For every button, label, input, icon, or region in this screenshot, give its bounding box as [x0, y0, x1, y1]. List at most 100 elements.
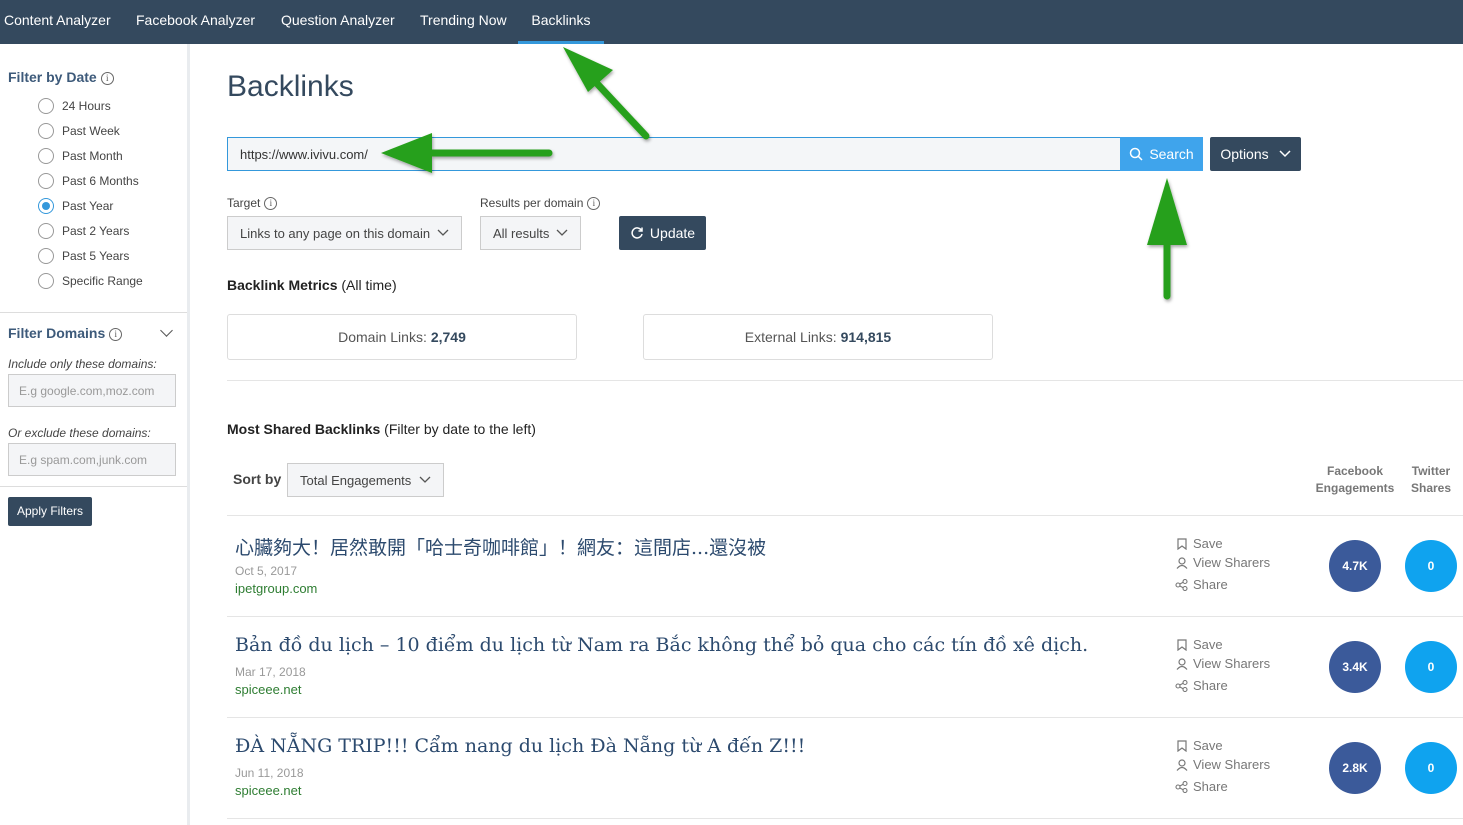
- divider: [227, 818, 1463, 819]
- radio-button-selected[interactable]: [38, 198, 54, 214]
- nav-trending-now[interactable]: Trending Now: [420, 0, 507, 44]
- article-title-link[interactable]: Bản đồ du lịch – 10 điểm du lịch từ Nam …: [235, 634, 1088, 656]
- refresh-icon: [631, 227, 643, 239]
- article-date: Mar 17, 2018: [235, 665, 306, 679]
- update-button[interactable]: Update: [619, 216, 706, 250]
- annotation-arrows: [381, 47, 1187, 300]
- sort-by-label: Sort by: [233, 471, 282, 487]
- external-links-metric: External Links: 914,815: [643, 314, 993, 360]
- share-icon: [1175, 679, 1188, 692]
- domain-links-metric: Domain Links: 2,749: [227, 314, 577, 360]
- article-title-link[interactable]: 心臟夠大！居然敢開「哈士奇咖啡館」！網友：這間店...還沒被: [235, 533, 766, 560]
- bookmark-icon: [1175, 739, 1188, 752]
- radio-button[interactable]: [38, 123, 54, 139]
- filter-by-date-title: Filter by Date i: [8, 69, 114, 85]
- include-domains-label: Include only these domains:: [8, 357, 157, 371]
- nav-question-analyzer[interactable]: Question Analyzer: [281, 0, 395, 44]
- twitter-shares-column-header[interactable]: Twitter Shares: [1406, 463, 1456, 497]
- chevron-down-icon: [419, 476, 431, 483]
- divider: [0, 312, 187, 313]
- facebook-engagements-badge: 4.7K: [1329, 540, 1381, 592]
- user-icon: [1175, 758, 1188, 771]
- article-domain[interactable]: spiceee.net: [235, 682, 302, 697]
- facebook-engagements-badge: 3.4K: [1329, 641, 1381, 693]
- bookmark-icon: [1175, 537, 1188, 550]
- divider: [227, 380, 1463, 381]
- radio-specific-range[interactable]: Specific Range: [38, 272, 143, 290]
- share-icon: [1175, 578, 1188, 591]
- info-icon[interactable]: i: [587, 197, 601, 210]
- chevron-down-icon: [556, 229, 568, 236]
- radio-button[interactable]: [38, 98, 54, 114]
- apply-filters-button[interactable]: Apply Filters: [8, 497, 92, 526]
- facebook-engagements-column-header[interactable]: Facebook Engagements: [1312, 463, 1398, 497]
- results-per-domain-select[interactable]: All results: [480, 216, 581, 250]
- chevron-down-icon[interactable]: [160, 324, 173, 337]
- article-domain[interactable]: spiceee.net: [235, 783, 302, 798]
- options-button[interactable]: Options: [1210, 137, 1301, 171]
- radio-button[interactable]: [38, 223, 54, 239]
- divider: [0, 486, 187, 487]
- article-date: Jun 11, 2018: [235, 766, 304, 780]
- divider: [227, 515, 1463, 516]
- results-per-domain-label: Results per domain i: [480, 196, 601, 210]
- radio-past-week[interactable]: Past Week: [38, 122, 120, 140]
- radio-past-5-years[interactable]: Past 5 Years: [38, 247, 129, 265]
- backlink-metrics-heading: Backlink Metrics (All time): [227, 277, 397, 293]
- search-icon: [1130, 147, 1143, 161]
- nav-content-analyzer[interactable]: Content Analyzer: [4, 0, 111, 44]
- view-sharers-action[interactable]: View Sharers: [1175, 656, 1270, 671]
- info-icon[interactable]: i: [100, 72, 114, 85]
- most-shared-heading: Most Shared Backlinks (Filter by date to…: [227, 421, 536, 437]
- share-action[interactable]: Share: [1175, 577, 1228, 592]
- include-domains-input[interactable]: [8, 374, 176, 407]
- caret-down-icon: [1279, 150, 1291, 158]
- radio-past-6-months[interactable]: Past 6 Months: [38, 172, 139, 190]
- top-nav: Content Analyzer Facebook Analyzer Quest…: [0, 0, 1463, 44]
- radio-button[interactable]: [38, 248, 54, 264]
- nav-facebook-analyzer[interactable]: Facebook Analyzer: [136, 0, 255, 44]
- save-action[interactable]: Save: [1175, 738, 1223, 753]
- radio-button[interactable]: [38, 273, 54, 289]
- radio-button[interactable]: [38, 173, 54, 189]
- view-sharers-action[interactable]: View Sharers: [1175, 757, 1270, 772]
- target-label: Target i: [227, 196, 278, 210]
- page-title: Backlinks: [227, 70, 354, 103]
- info-icon[interactable]: i: [264, 197, 278, 210]
- search-button[interactable]: Search: [1120, 137, 1203, 171]
- article-title-link[interactable]: ĐÀ NẴNG TRIP!!! Cẩm nang du lịch Đà Nẵng…: [235, 735, 805, 757]
- share-icon: [1175, 780, 1188, 793]
- twitter-shares-badge: 0: [1405, 540, 1457, 592]
- divider: [227, 717, 1463, 718]
- twitter-shares-badge: 0: [1405, 641, 1457, 693]
- radio-past-month[interactable]: Past Month: [38, 147, 123, 165]
- radio-button[interactable]: [38, 148, 54, 164]
- twitter-shares-badge: 0: [1405, 742, 1457, 794]
- save-action[interactable]: Save: [1175, 637, 1223, 652]
- bookmark-icon: [1175, 638, 1188, 651]
- facebook-engagements-badge: 2.8K: [1329, 742, 1381, 794]
- user-icon: [1175, 556, 1188, 569]
- share-action[interactable]: Share: [1175, 678, 1228, 693]
- divider: [227, 616, 1463, 617]
- chevron-down-icon: [437, 229, 449, 236]
- exclude-domains-label: Or exclude these domains:: [8, 426, 151, 440]
- url-search-input[interactable]: [227, 137, 1121, 171]
- sidebar: Filter by Date i 24 Hours Past Week Past …: [0, 44, 190, 825]
- nav-backlinks[interactable]: Backlinks: [518, 0, 604, 44]
- target-select[interactable]: Links to any page on this domain: [227, 216, 462, 250]
- sort-by-select[interactable]: Total Engagements: [287, 463, 444, 497]
- article-domain[interactable]: ipetgroup.com: [235, 581, 317, 596]
- radio-24-hours[interactable]: 24 Hours: [38, 97, 111, 115]
- filter-domains-title[interactable]: Filter Domains i: [8, 325, 123, 341]
- exclude-domains-input[interactable]: [8, 443, 176, 476]
- user-icon: [1175, 657, 1188, 670]
- radio-past-2-years[interactable]: Past 2 Years: [38, 222, 129, 240]
- annotation-arrow: [563, 47, 650, 140]
- radio-past-year[interactable]: Past Year: [38, 197, 113, 215]
- annotation-arrow: [1147, 178, 1187, 300]
- save-action[interactable]: Save: [1175, 536, 1223, 551]
- share-action[interactable]: Share: [1175, 779, 1228, 794]
- view-sharers-action[interactable]: View Sharers: [1175, 555, 1270, 570]
- info-icon[interactable]: i: [109, 328, 123, 341]
